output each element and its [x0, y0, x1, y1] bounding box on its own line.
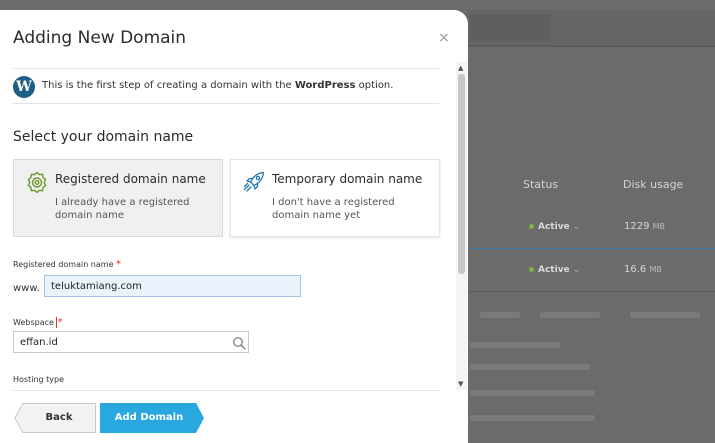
scrollbar-thumb[interactable] — [458, 74, 465, 274]
dialog-title: Adding New Domain — [13, 28, 187, 48]
column-header-status: Status — [523, 178, 559, 191]
required-marker: * — [116, 259, 122, 270]
option-title: Temporary domain name — [272, 172, 423, 186]
required-marker: * — [57, 317, 63, 328]
info-message: W This is the first step of creating a d… — [13, 68, 439, 104]
close-icon[interactable]: × — [438, 30, 450, 46]
disk-usage-unit: MB — [652, 222, 666, 231]
status-label: Active — [538, 265, 570, 275]
placeholder-bar — [540, 312, 600, 318]
domain-field-label: Registered domain name * — [13, 259, 121, 270]
option-description: I don't have a registered domain name ye… — [272, 197, 395, 221]
disk-usage-value: 16.6 MB — [624, 264, 662, 275]
scroll-up-icon[interactable]: ▲ — [458, 64, 463, 72]
dialog-scrollbar[interactable]: ▲ ▼ — [456, 62, 467, 390]
chevron-down-icon: ⌄ — [572, 222, 581, 232]
add-domain-button[interactable]: Add Domain — [100, 403, 204, 433]
table-row: Active ⌄ 1229 MB — [467, 207, 715, 249]
rocket-icon — [243, 171, 265, 192]
status-dot-icon — [529, 224, 534, 229]
placeholder-bar — [470, 342, 560, 348]
webspace-field-label: Webspace * — [13, 317, 62, 328]
disk-usage-number: 1229 — [624, 221, 650, 232]
status-badge: Active ⌄ — [529, 265, 580, 275]
status-badge: Active ⌄ — [529, 222, 580, 232]
background-divider — [467, 45, 715, 47]
info-text-end: option. — [355, 80, 394, 91]
option-registered-domain[interactable]: Registered domain name I already have a … — [13, 159, 223, 237]
option-temporary-domain[interactable]: Temporary domain name I don't have a reg… — [230, 159, 440, 237]
www-prefix: www. — [13, 283, 40, 294]
webspace-label-text: Webspace — [13, 318, 54, 327]
disk-usage-number: 16.6 — [624, 264, 647, 275]
placeholder-bar — [470, 390, 595, 396]
back-button-label: Back — [45, 412, 73, 423]
info-text: This is the first step of creating a dom… — [42, 80, 393, 91]
placeholder-bar — [470, 415, 595, 421]
option-description: I already have a registered domain name — [55, 197, 190, 221]
add-domain-button-label: Add Domain — [114, 412, 184, 423]
status-dot-icon — [529, 267, 534, 272]
dialog-scroll-area: W This is the first step of creating a d… — [0, 62, 455, 390]
info-text-bold: WordPress — [294, 80, 356, 91]
hosting-type-label: Hosting type — [13, 375, 64, 384]
disk-usage-unit: MB — [649, 265, 662, 274]
back-button[interactable]: Back — [14, 403, 96, 433]
domain-name-input[interactable] — [44, 275, 301, 297]
status-label: Active — [538, 222, 570, 232]
option-title: Registered domain name — [55, 172, 206, 186]
footer-divider — [13, 390, 439, 391]
section-title: Select your domain name — [13, 129, 194, 145]
placeholder-bar — [470, 364, 590, 370]
disk-usage-value: 1229 MB — [624, 221, 665, 232]
chevron-down-icon: ⌄ — [572, 265, 581, 275]
webspace-select[interactable]: effan.id — [13, 331, 249, 353]
search-icon[interactable] — [232, 336, 246, 350]
wordpress-icon: W — [13, 76, 35, 98]
table-row: Active ⌄ 16.6 MB — [467, 250, 715, 292]
background-toolbar-field — [470, 14, 550, 42]
info-text-start: This is the first step of creating a dom… — [42, 80, 295, 91]
domain-label-text: Registered domain name — [13, 260, 114, 269]
badge-icon — [27, 171, 47, 193]
column-header-disk-usage: Disk usage — [623, 178, 684, 191]
webspace-value: effan.id — [20, 337, 58, 348]
scroll-down-icon[interactable]: ▼ — [458, 380, 463, 388]
add-domain-dialog: Adding New Domain × W This is the first … — [0, 10, 468, 443]
placeholder-bar — [630, 312, 700, 318]
placeholder-bar — [480, 312, 520, 318]
